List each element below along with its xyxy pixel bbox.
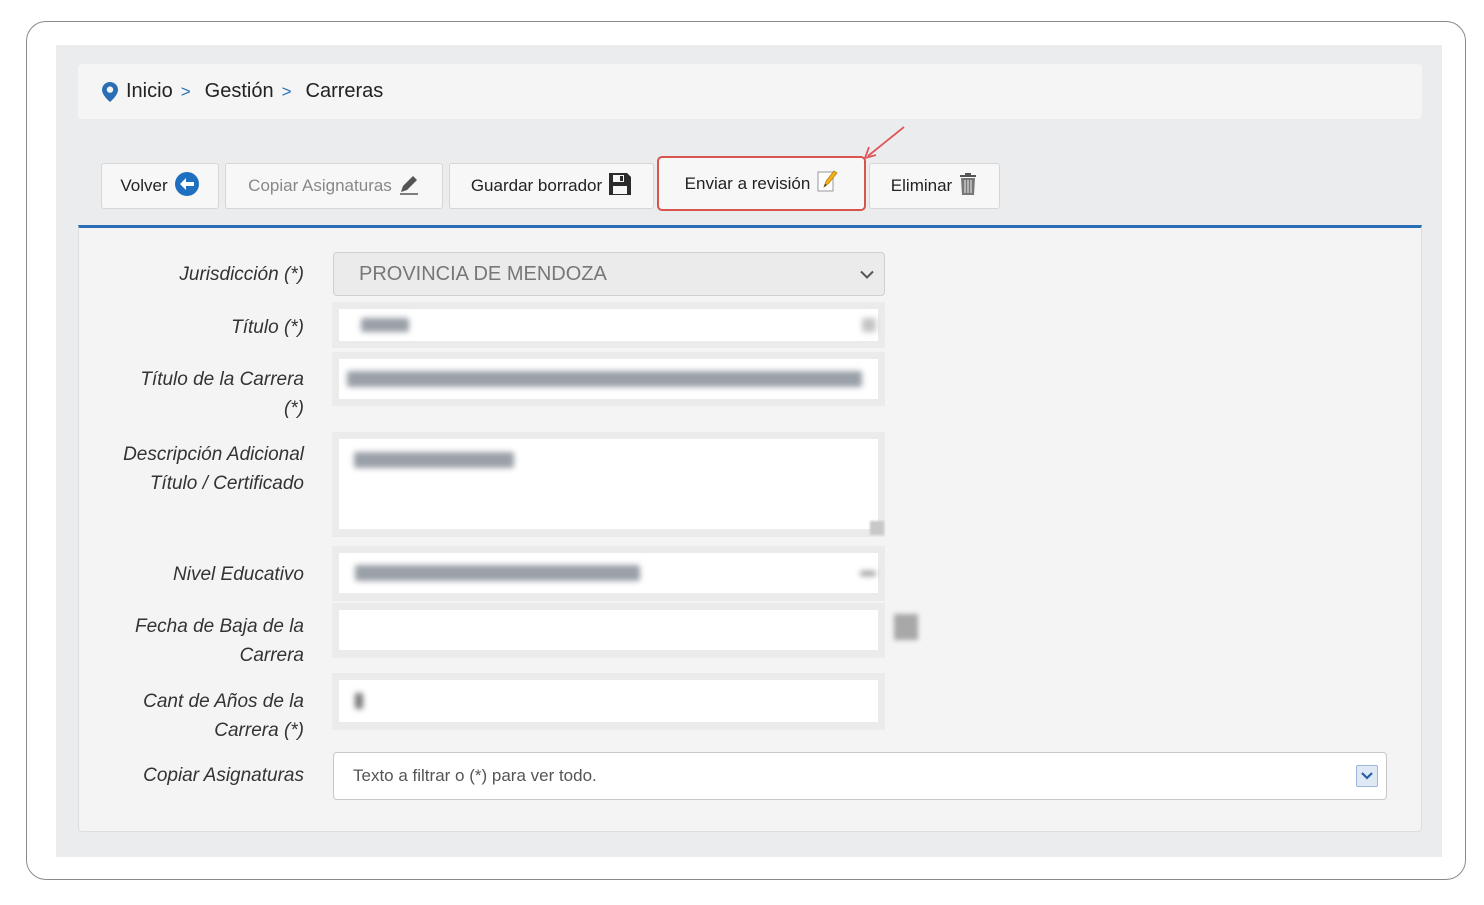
location-pin-icon	[102, 81, 118, 102]
fecha-baja-input[interactable]	[339, 610, 878, 650]
breadcrumb-carreras: Carreras	[305, 80, 384, 102]
guardar-borrador-button[interactable]: Guardar borrador	[449, 163, 654, 209]
copiar-asignaturas-placeholder: Texto a filtrar o (*) para ver todo.	[353, 766, 597, 785]
chevron-down-icon	[860, 570, 876, 576]
copiar-asignaturas-button[interactable]: Copiar Asignaturas	[225, 163, 443, 209]
chevron-down-icon[interactable]	[1356, 765, 1378, 787]
enviar-a-revision-button[interactable]: Enviar a revisión	[657, 156, 866, 211]
descripcion-label: Descripción Adicional Título / Certificad…	[123, 444, 304, 494]
annotation-arrow-icon	[864, 126, 905, 159]
breadcrumb-gestion[interactable]: Gestión	[205, 80, 274, 103]
breadcrumb-inicio[interactable]: Inicio	[126, 80, 173, 103]
back-arrow-icon	[174, 171, 200, 202]
edit-document-icon	[816, 169, 838, 198]
redacted-value	[361, 318, 409, 332]
titulo-label: Título (*)	[231, 317, 304, 338]
nivel-educativo-label: Nivel Educativo	[173, 564, 304, 585]
pencil-icon	[398, 173, 420, 200]
fecha-baja-label: Fecha de Baja de la Carrera	[134, 616, 304, 666]
eliminar-button[interactable]: Eliminar	[869, 163, 1000, 209]
copiar-asignaturas-label: Copiar Asignaturas	[248, 176, 392, 195]
chevron-down-icon	[860, 263, 874, 286]
redacted-value	[354, 452, 514, 468]
breadcrumb-separator: >	[180, 81, 191, 101]
volver-label: Volver	[120, 176, 168, 195]
copiar-asignaturas-label: Copiar Asignaturas	[143, 765, 304, 786]
cant-anios-label: Cant de Años de la Carrera (*)	[143, 691, 304, 741]
calendar-icon[interactable]	[894, 614, 918, 640]
resize-handle-icon[interactable]	[870, 521, 884, 535]
redacted-value	[355, 565, 640, 581]
cant-anios-input[interactable]	[339, 680, 878, 722]
enviar-a-revision-label: Enviar a revisión	[684, 173, 811, 193]
jurisdiccion-value: PROVINCIA DE MENDOZA	[359, 262, 607, 285]
jurisdiccion-label: Jurisdicción (*)	[179, 264, 304, 285]
titulo-carrera-input[interactable]	[339, 359, 878, 399]
titulo-carrera-label: Título de la Carrera (*)	[140, 369, 304, 419]
redacted-value	[347, 371, 862, 387]
descripcion-textarea[interactable]	[339, 439, 878, 529]
eliminar-label: Eliminar	[890, 176, 953, 195]
nivel-educativo-select[interactable]	[339, 553, 878, 593]
copiar-asignaturas-combobox[interactable]: Texto a filtrar o (*) para ver todo.	[333, 752, 1387, 800]
trash-icon	[958, 172, 978, 201]
breadcrumb-separator: >	[281, 81, 292, 101]
redacted-value	[355, 693, 363, 709]
jurisdiccion-select[interactable]: PROVINCIA DE MENDOZA	[333, 252, 885, 296]
floppy-disk-icon	[608, 172, 632, 201]
volver-button[interactable]: Volver	[101, 163, 219, 209]
redacted-value	[862, 318, 876, 332]
guardar-borrador-label: Guardar borrador	[470, 176, 603, 195]
titulo-input[interactable]	[339, 309, 878, 341]
breadcrumb: Inicio > Gestión > Carreras	[78, 64, 1422, 119]
